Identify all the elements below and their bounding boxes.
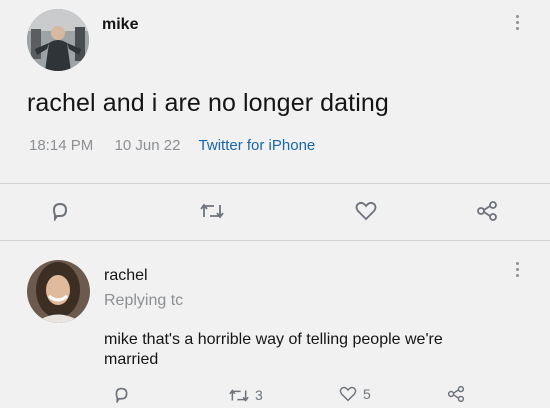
share-icon <box>447 385 465 403</box>
avatar-photo <box>27 9 89 71</box>
retweet-icon <box>200 203 224 219</box>
tweet-source[interactable]: Twitter for iPhone <box>199 137 316 154</box>
tweet-like-button[interactable] <box>355 201 377 221</box>
reply-text-line-1: mike that's a horrible way of telling pe… <box>104 331 443 348</box>
reply-author-name[interactable]: rachel <box>104 267 148 285</box>
reply-icon <box>52 202 68 221</box>
like-icon <box>355 201 377 221</box>
avatar-photo <box>27 260 90 323</box>
reply-reply-button[interactable] <box>113 386 130 403</box>
like-icon <box>339 386 357 402</box>
reply-share-button[interactable] <box>447 385 465 403</box>
tweet-divider-bottom <box>0 240 550 241</box>
tweet-more-menu[interactable] <box>516 15 520 33</box>
reply-more-menu[interactable] <box>516 262 520 280</box>
tweet-retweet-button[interactable] <box>200 202 224 220</box>
reply-icon <box>115 387 128 403</box>
rachel-avatar[interactable] <box>27 260 90 323</box>
tweet-time: 18:14 PM <box>29 137 94 154</box>
tweet-meta: 18:14 PM 10 Jun 22 Twitter for iPhone <box>29 137 315 154</box>
reply-text-line-2: married <box>104 351 159 368</box>
reply-like-count: 5 <box>363 386 371 402</box>
tweet-text: rachel and i are no longer dating <box>27 89 389 117</box>
share-icon <box>477 201 497 221</box>
replying-to-label: Replying tc <box>104 292 184 309</box>
reply-retweet-button[interactable]: 3 <box>229 387 263 403</box>
reply-retweet-count: 3 <box>255 387 263 403</box>
mike-avatar[interactable] <box>27 9 89 71</box>
tweet-author-name[interactable]: mike <box>102 16 138 34</box>
tweet-share-button[interactable] <box>476 200 498 222</box>
retweet-icon <box>229 388 249 402</box>
tweet-date: 10 Jun 22 <box>114 137 181 154</box>
tweet-divider-top <box>0 183 550 184</box>
tweet-reply-button[interactable] <box>50 201 70 221</box>
reply-like-button[interactable]: 5 <box>339 386 371 402</box>
